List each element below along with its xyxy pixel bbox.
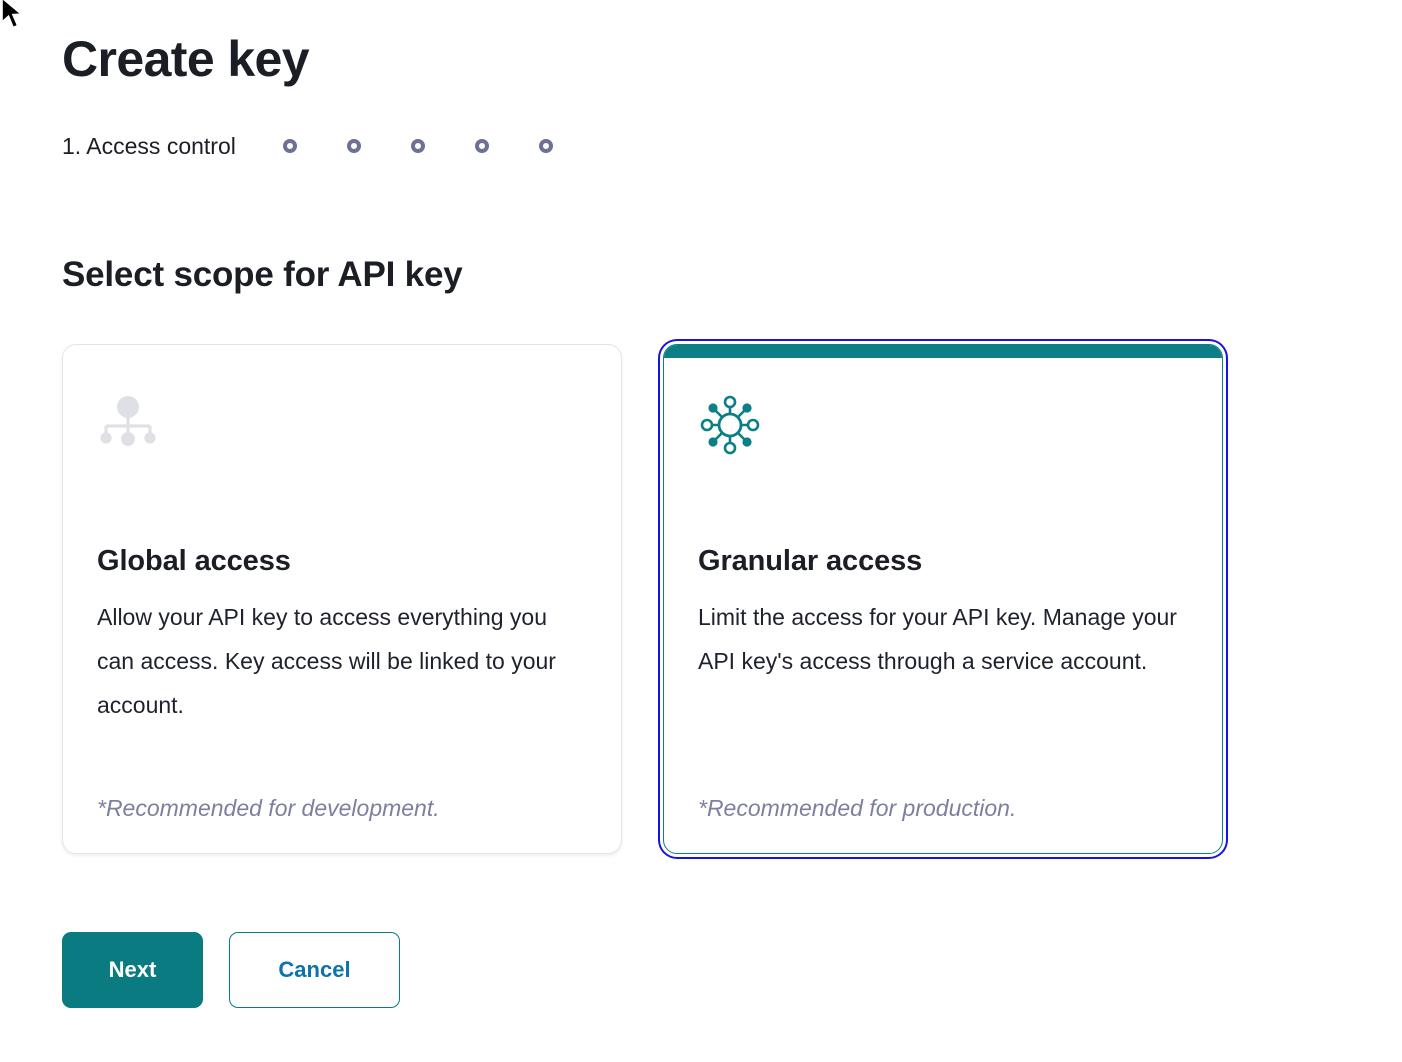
card-title-global: Global access [97, 545, 291, 577]
card-note-granular: *Recommended for production. [698, 795, 1017, 821]
current-step-label: 1. Access control [62, 132, 236, 159]
step-dot-list [282, 139, 553, 153]
wizard-stepper: 1. Access control [62, 131, 553, 161]
page-title: Create key [62, 31, 310, 87]
step-dot-2[interactable] [346, 139, 361, 153]
next-button[interactable]: Next [62, 932, 203, 1008]
card-description-granular: Limit the access for your API key. Manag… [698, 604, 1177, 674]
hierarchy-icon [97, 393, 587, 459]
step-dot-4[interactable] [474, 139, 489, 153]
card-description-global: Allow your API key to access everything … [97, 604, 556, 718]
card-title-granular: Granular access [698, 545, 923, 577]
card-body-global: Global access Allow your API key to acce… [63, 345, 621, 853]
step-dot-5[interactable] [538, 139, 553, 153]
step-dot-1[interactable] [282, 139, 297, 153]
card-note-global: *Recommended for development. [97, 795, 440, 821]
mouse-cursor-arrow [0, 0, 26, 32]
step-dot-3[interactable] [410, 139, 425, 153]
section-heading: Select scope for API key [62, 255, 463, 294]
scope-option-cards: Global access Allow your API key to acce… [62, 330, 1262, 860]
cancel-button[interactable]: Cancel [229, 932, 400, 1008]
scope-card-granular-access[interactable]: Granular access Limit the access for you… [663, 344, 1223, 854]
create-key-page: Create key 1. Access control Select scop… [0, 0, 1402, 1062]
card-body-granular: Granular access Limit the access for you… [664, 345, 1222, 853]
form-actions: Next Cancel [62, 932, 400, 1008]
network-hub-icon [698, 393, 1188, 459]
scope-card-global-access[interactable]: Global access Allow your API key to acce… [62, 344, 622, 854]
